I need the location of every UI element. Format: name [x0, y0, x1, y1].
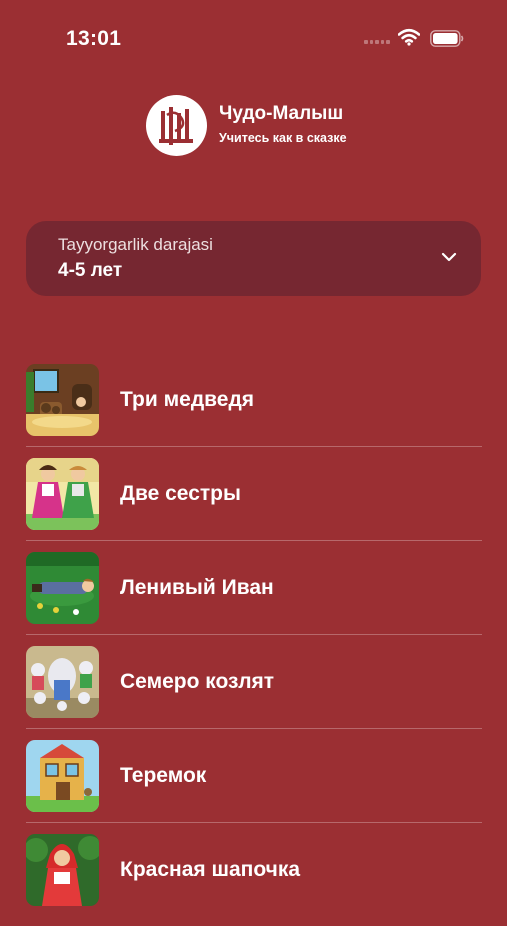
list-divider [26, 634, 482, 635]
story-item-seven-kids[interactable]: Семеро козлят [26, 644, 482, 738]
dropdown-label: Tayyorgarlik darajasi [58, 235, 213, 254]
three-bears-thumbnail [26, 364, 99, 436]
chevron-down-icon [441, 252, 457, 262]
story-item-little-red-riding-hood[interactable]: Красная шапочка [26, 832, 482, 926]
story-item-lazy-ivan[interactable]: Ленивый Иван [26, 550, 482, 644]
battery-icon [430, 30, 464, 47]
story-title: Ленивый Иван [120, 576, 274, 599]
logo-icon [146, 95, 207, 156]
story-item-three-bears[interactable]: Три медведя [26, 362, 482, 456]
dropdown-value: 4-5 лет [58, 260, 123, 281]
lazy-ivan-thumbnail [26, 552, 99, 624]
status-bar: 13:01 [0, 0, 507, 76]
wifi-icon [398, 28, 420, 46]
cellular-signal-icon [364, 40, 390, 46]
red-riding-hood-thumbnail [26, 834, 99, 906]
story-item-teremok[interactable]: Теремок [26, 738, 482, 832]
story-title: Две сестры [120, 482, 241, 505]
seven-kids-thumbnail [26, 646, 99, 718]
brand-header: Чудо-Малыш Учитесь как в сказке [146, 95, 386, 157]
status-time: 13:01 [66, 27, 122, 50]
brand-tagline: Учитесь как в сказке [219, 131, 347, 145]
story-list: Три медведя Две сестры Ленивый Иван Семе… [26, 362, 482, 926]
teremok-thumbnail [26, 740, 99, 812]
story-title: Три медведя [120, 388, 255, 411]
list-divider [26, 540, 482, 541]
readiness-level-dropdown[interactable]: Tayyorgarlik darajasi 4-5 лет [26, 221, 481, 296]
two-sisters-thumbnail [26, 458, 99, 530]
list-divider [26, 822, 482, 823]
brand-name: Чудо-Малыш [219, 103, 344, 124]
list-divider [26, 728, 482, 729]
story-item-two-sisters[interactable]: Две сестры [26, 456, 482, 550]
list-divider [26, 446, 482, 447]
story-title: Теремок [120, 764, 207, 787]
story-title: Красная шапочка [120, 858, 301, 881]
story-title: Семеро козлят [120, 670, 275, 693]
